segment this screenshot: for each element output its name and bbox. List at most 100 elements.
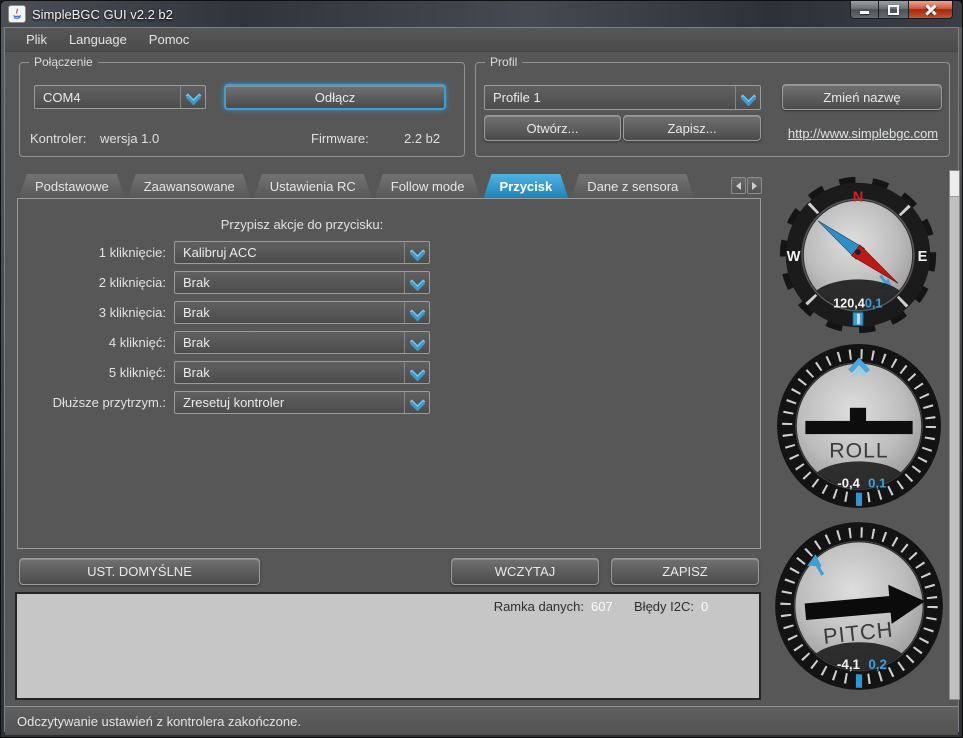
click1-value: Kalibruj ACC [183,245,257,260]
click3-dropdown-button[interactable] [404,302,429,323]
close-button[interactable] [908,1,953,19]
click5-label: 5 kliknięć: [108,365,166,380]
frames-label: Ramka danych: [493,599,585,614]
compass-gauge: N W E 120,4 0,1 [779,176,937,334]
disconnect-button[interactable]: Odłącz [224,84,446,110]
tabstrip: Podstawowe Zaawansowane Ustawienia RC Fo… [19,174,694,198]
click2-select[interactable]: Brak [174,271,430,294]
click1-select[interactable]: Kalibruj ACC [174,241,430,264]
click1-dropdown-button[interactable] [404,242,429,263]
roll-gauge: ROLL -0,4 0,1 [777,344,941,508]
profile-select[interactable]: Profile 1 [484,85,761,110]
tab-scroll-right-button[interactable] [747,177,762,194]
maximize-icon [888,5,899,15]
click4-label: 4 kliknięć: [108,335,166,350]
click2-dropdown-button[interactable] [404,272,429,293]
i2c-errors-label: Błędy I2C: [634,599,694,614]
controller-label: Kontroler: [30,131,87,146]
firmware-value: 2.2 b2 [404,131,441,146]
maximize-button[interactable] [879,1,908,19]
save-profile-button[interactable]: Zapisz... [623,115,761,141]
log-panel: Ramka danych: 607 Błędy I2C: 0 [15,592,761,700]
minimize-icon [860,11,869,14]
client-area: Plik Language Pomoc Połączenie COM4 Odłą… [4,27,960,735]
main-content: Połączenie COM4 Odłącz Kontroler: wersja… [5,52,960,735]
long-press-select[interactable]: Zresetuj kontroler [174,391,430,414]
chevron-down-icon [412,396,422,406]
compass-east-label: E [918,249,928,265]
click1-label: 1 kliknięcie: [98,245,166,260]
com-port-value: COM4 [43,89,81,105]
click3-label: 3 kliknięcia: [98,305,166,320]
arrow-left-icon [736,181,741,190]
com-port-select[interactable]: COM4 [34,85,206,109]
profile-dropdown-button[interactable] [735,86,760,109]
click4-value: Brak [183,335,210,350]
simplebgc-link[interactable]: http://www.simplebgc.com [782,126,944,141]
pitch-angle-value: -4,1 [837,657,861,672]
long-press-dropdown-button[interactable] [404,392,429,413]
click2-value: Brak [183,275,210,290]
frames-value: 607 [591,599,613,614]
read-button[interactable]: WCZYTAJ [451,558,599,585]
click4-dropdown-button[interactable] [404,332,429,353]
click2-label: 2 kliknięcia: [98,275,166,290]
long-press-value: Zresetuj kontroler [183,395,285,410]
tab-follow-mode[interactable]: Follow mode [375,174,481,198]
chevron-down-icon [412,246,422,256]
compass-heading-value: 120,4 [833,297,865,311]
open-profile-button[interactable]: Otwórz... [484,115,621,141]
menu-pomoc[interactable]: Pomoc [138,30,200,49]
status-message: Odczytywanie ustawień z kontrolera zakoń… [17,713,301,729]
defaults-button[interactable]: UST. DOMYŚLNE [19,558,260,585]
assign-actions-header: Przypisz akcje do przycisku: [220,217,384,232]
pitch-target-value: 0,2 [868,657,887,672]
tab-zaawansowane[interactable]: Zaawansowane [128,174,251,198]
close-icon [909,1,952,18]
chevron-down-icon [412,366,422,376]
click5-dropdown-button[interactable] [404,362,429,383]
firmware-label: Firmware: [311,131,369,146]
click3-value: Brak [183,305,210,320]
chevron-down-icon [412,336,422,346]
chevron-down-icon [188,90,198,100]
compass-north-label: N [853,189,864,205]
i2c-errors-value: 0 [701,599,709,614]
pitch-rc-indicator [855,674,863,688]
menu-language[interactable]: Language [58,30,138,49]
pitch-gauge: PITCH -4,1 0,2 [775,522,943,690]
rename-profile-button[interactable]: Zmień nazwę [782,84,942,110]
tab-przycisk[interactable]: Przycisk [483,174,568,198]
click5-select[interactable]: Brak [174,361,430,384]
minimize-button[interactable] [850,1,879,19]
tab-dane-z-sensora[interactable]: Dane z sensora [571,174,694,198]
tab-scroll-left-button[interactable] [731,177,746,194]
roll-label: ROLL [829,438,889,462]
roll-angle-value: -0,4 [837,476,860,491]
tab-ustawienia-rc[interactable]: Ustawienia RC [254,174,372,198]
connection-group: Połączenie COM4 Odłącz Kontroler: wersja… [19,55,465,157]
click4-select[interactable]: Brak [174,331,430,354]
profile-value: Profile 1 [493,90,541,105]
click3-select[interactable]: Brak [174,301,430,324]
connection-group-title: Połączenie [29,55,98,69]
statusbar: Odczytywanie ustawień z kontrolera zakoń… [5,706,958,735]
write-button[interactable]: ZAPISZ [611,558,759,585]
com-port-dropdown-button[interactable] [180,86,205,108]
titlebar[interactable]: SimpleBGC GUI v2.2 b2 [1,1,962,27]
java-app-icon [8,5,26,23]
scrollbar-thumb[interactable] [950,171,959,197]
window-controls [850,1,953,19]
tab-podstawowe[interactable]: Podstawowe [19,174,125,198]
vertical-scrollbar[interactable] [949,170,960,700]
app-window: SimpleBGC GUI v2.2 b2 Plik Language Pomo… [0,0,963,738]
telemetry-readout: Ramka danych: 607 Błędy I2C: 0 [494,599,727,614]
window-title: SimpleBGC GUI v2.2 b2 [32,6,173,22]
menubar: Plik Language Pomoc [5,28,958,52]
long-press-label: Dłuższe przytrzym.: [52,395,166,410]
click5-value: Brak [183,365,210,380]
chevron-down-icon [412,306,422,316]
menu-plik[interactable]: Plik [15,30,58,49]
roll-rc-indicator [855,492,863,506]
chevron-down-icon [412,276,422,286]
